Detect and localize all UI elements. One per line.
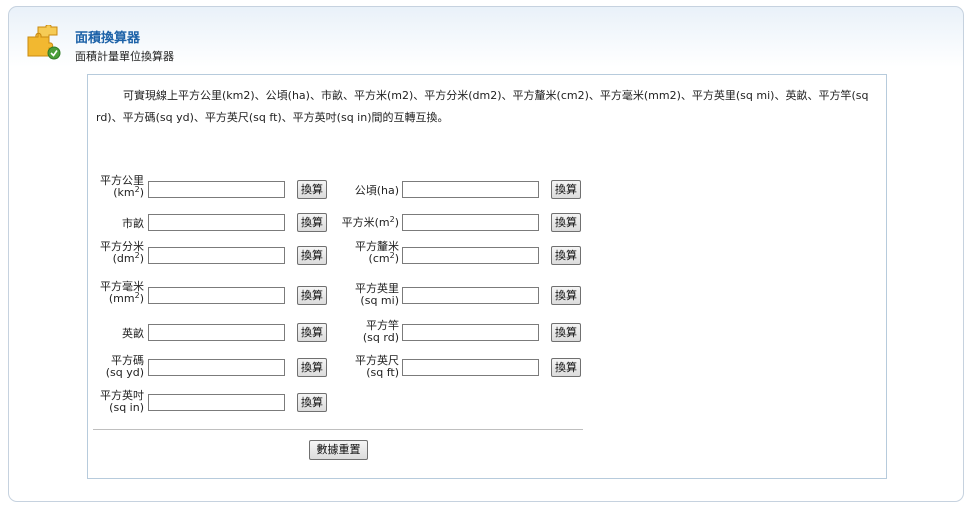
input-km2[interactable] xyxy=(148,181,285,198)
puzzle-icon xyxy=(27,25,61,60)
input-acre[interactable] xyxy=(148,324,285,341)
input-mm2[interactable] xyxy=(148,287,285,304)
label-dm2: 平方分米 (dm2) xyxy=(100,240,144,265)
label-mm2: 平方毫米 (mm2) xyxy=(100,280,144,305)
input-sq-yd[interactable] xyxy=(148,359,285,376)
input-sq-ft[interactable] xyxy=(402,359,539,376)
convert-button-sq-in[interactable]: 換算 xyxy=(297,393,327,412)
convert-button-sq-ft[interactable]: 換算 xyxy=(551,358,581,377)
convert-button-cm2[interactable]: 換算 xyxy=(551,246,581,265)
input-m2[interactable] xyxy=(402,214,539,231)
convert-button-mu[interactable]: 換算 xyxy=(297,213,327,232)
label-sq-mi: 平方英里 (sq mi) xyxy=(355,282,399,307)
label-cm2: 平方釐米 (cm2) xyxy=(355,240,399,265)
description-text: 可實現線上平方公里(km2)、公頃(ha)、市畝、平方米(m2)、平方分米(dm… xyxy=(96,89,869,124)
input-sq-in[interactable] xyxy=(148,394,285,411)
input-cm2[interactable] xyxy=(402,247,539,264)
convert-button-acre[interactable]: 換算 xyxy=(297,323,327,342)
convert-button-sq-yd[interactable]: 換算 xyxy=(297,358,327,377)
input-ha[interactable] xyxy=(402,181,539,198)
label-ha: 公頃(ha) xyxy=(354,184,399,197)
convert-button-m2[interactable]: 換算 xyxy=(551,213,581,232)
input-mu[interactable] xyxy=(148,214,285,231)
input-sq-mi[interactable] xyxy=(402,287,539,304)
converter-panel: 可實現線上平方公里(km2)、公頃(ha)、市畝、平方米(m2)、平方分米(dm… xyxy=(87,74,887,479)
convert-button-ha[interactable]: 換算 xyxy=(551,180,581,199)
page-title: 面積換算器 xyxy=(75,31,141,46)
label-mu: 市畝 xyxy=(122,217,144,230)
page-subtitle: 面積計量單位換算器 xyxy=(75,50,174,63)
label-sq-rd: 平方竿 (sq rd) xyxy=(362,319,399,344)
convert-button-mm2[interactable]: 換算 xyxy=(297,286,327,305)
label-km2: 平方公里 (km2) xyxy=(100,174,144,199)
divider xyxy=(93,429,583,430)
label-sq-in: 平方英吋 (sq in) xyxy=(100,389,144,414)
label-sq-yd: 平方碼 (sq yd) xyxy=(105,354,144,379)
input-dm2[interactable] xyxy=(148,247,285,264)
reset-button[interactable]: 數據重置 xyxy=(309,440,368,460)
convert-button-dm2[interactable]: 換算 xyxy=(297,246,327,265)
input-sq-rd[interactable] xyxy=(402,324,539,341)
convert-button-km2[interactable]: 換算 xyxy=(297,180,327,199)
label-sq-ft: 平方英尺 (sq ft) xyxy=(355,354,399,379)
label-m2: 平方米(m2) xyxy=(341,215,399,229)
convert-button-sq-rd[interactable]: 換算 xyxy=(551,323,581,342)
convert-button-sq-mi[interactable]: 換算 xyxy=(551,286,581,305)
label-acre: 英畝 xyxy=(122,327,144,340)
